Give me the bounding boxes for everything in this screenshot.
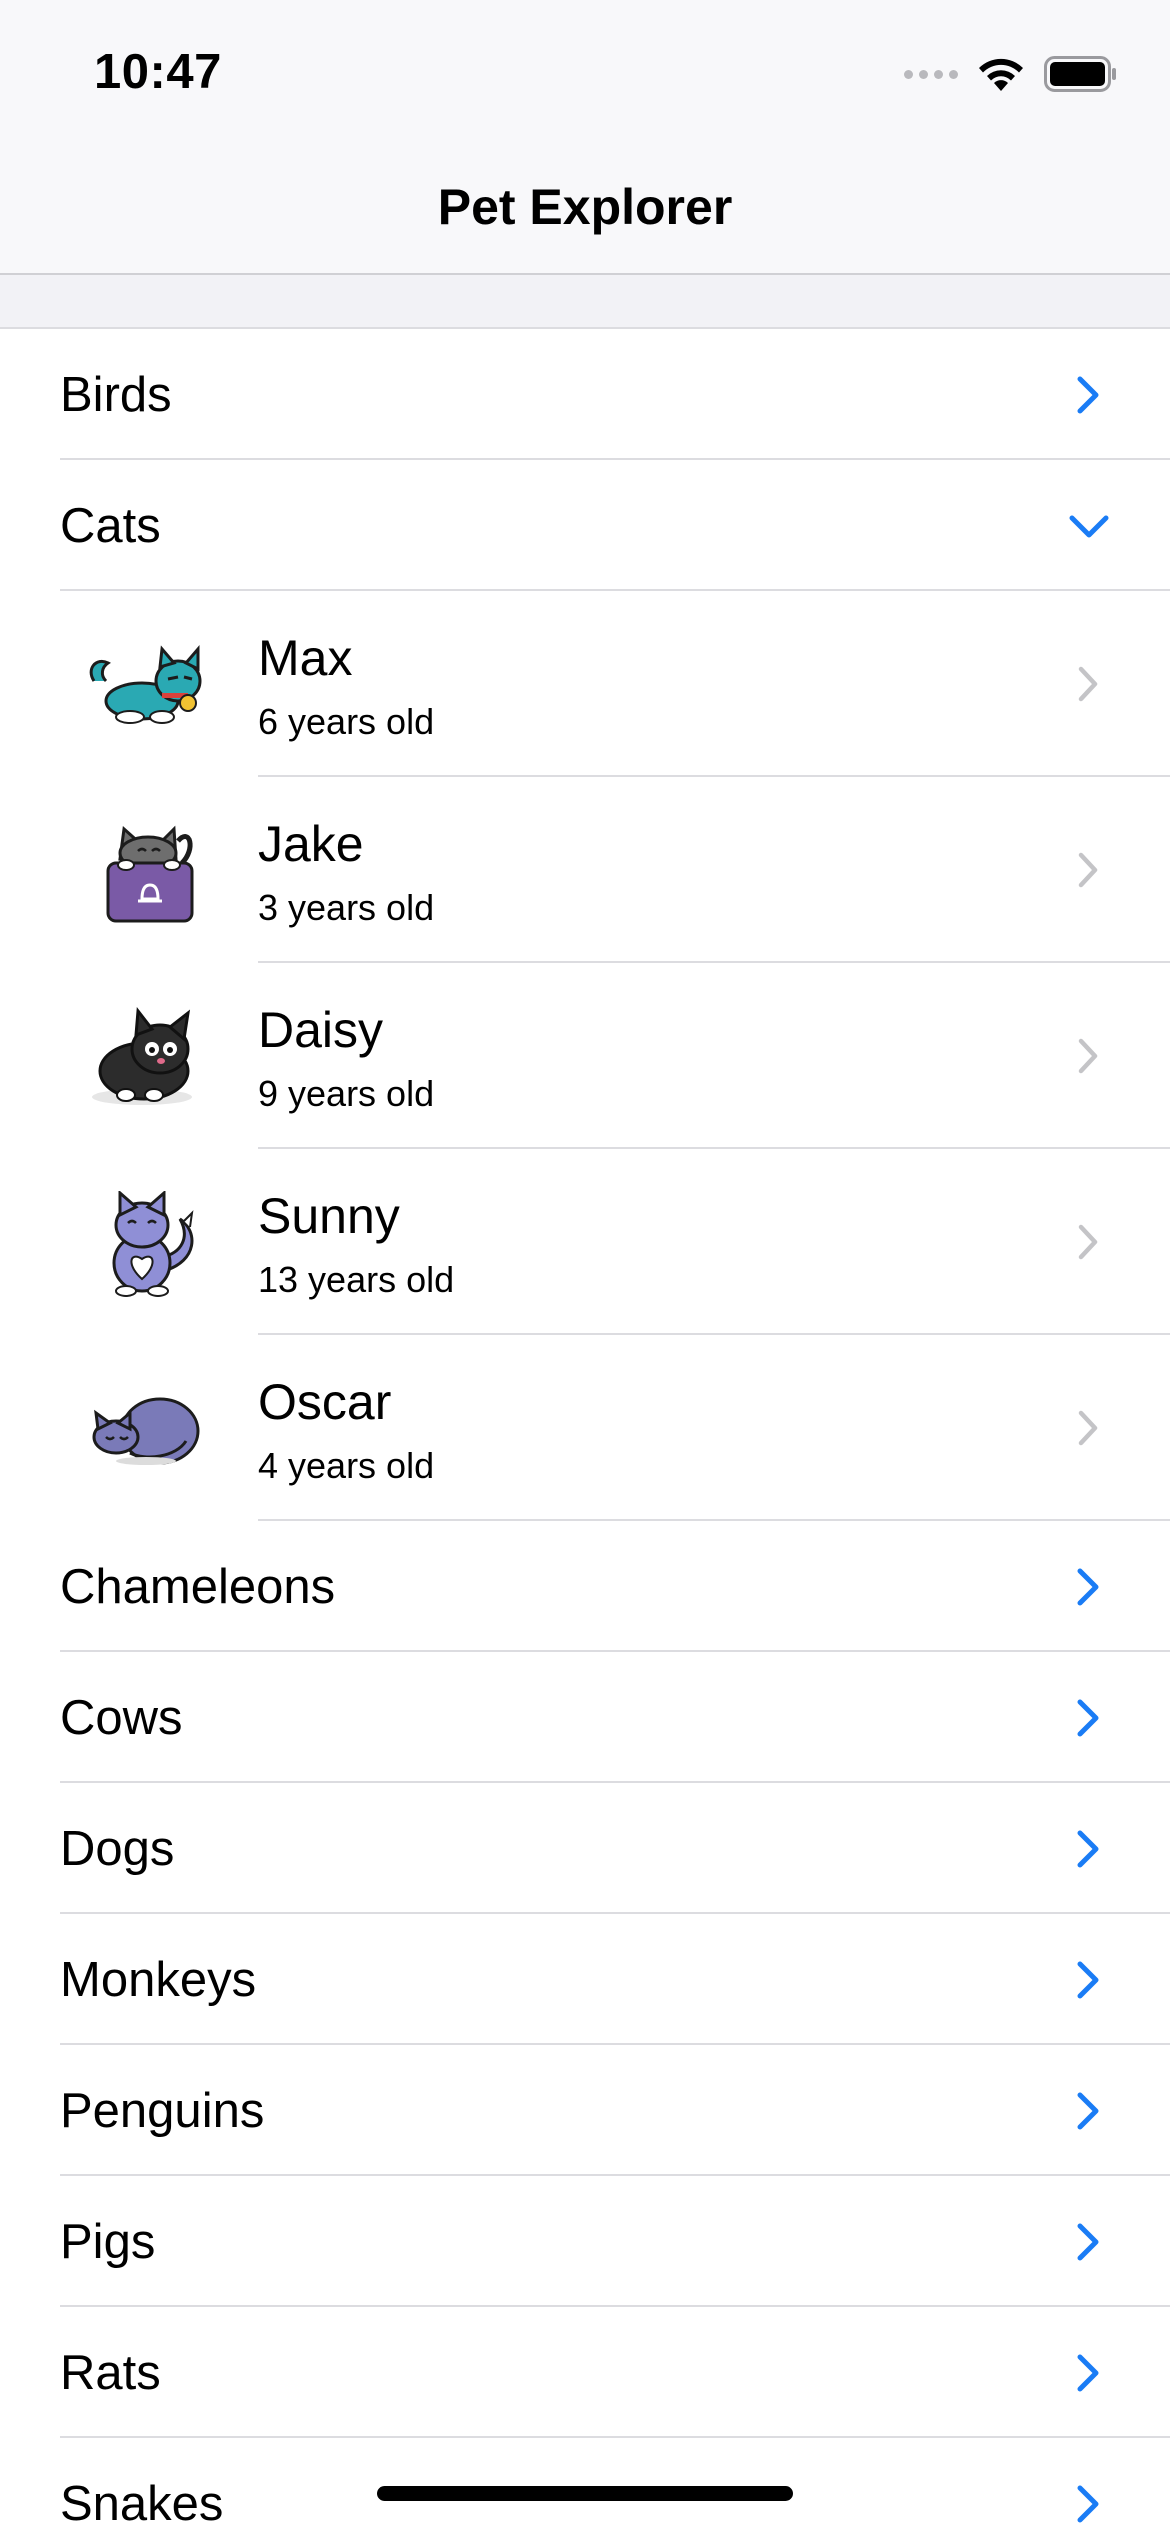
- chevron-right-icon: [1078, 666, 1098, 702]
- category-row-penguins[interactable]: Penguins: [0, 2045, 1170, 2176]
- category-label: Monkeys: [60, 1952, 257, 2007]
- pet-age: 9 years old: [258, 1073, 435, 1114]
- pet-name: Max: [258, 630, 353, 686]
- category-label: Snakes: [60, 2476, 224, 2531]
- pet-name: Daisy: [258, 1002, 384, 1058]
- pet-explorer-screen: 10:47 Pet Explorer Birds Cats Max 6 year…: [0, 0, 1170, 2532]
- chevron-right-icon: [1077, 1961, 1099, 1998]
- chevron-right-icon: [1078, 1410, 1098, 1446]
- gray-cat-with-sign-icon: [106, 825, 194, 923]
- home-indicator[interactable]: [377, 2486, 793, 2501]
- chevron-right-icon: [1077, 376, 1099, 413]
- pet-category-list: Birds Cats Max 6 years old Jake 3 years …: [0, 329, 1170, 2532]
- status-icons: [904, 52, 1118, 96]
- category-row-chameleons[interactable]: Chameleons: [0, 1521, 1170, 1652]
- category-row-monkeys[interactable]: Monkeys: [0, 1914, 1170, 2045]
- chevron-right-icon: [1077, 2485, 1099, 2522]
- category-row-birds[interactable]: Birds: [0, 329, 1170, 460]
- category-label: Cows: [60, 1690, 183, 1745]
- chevron-right-icon: [1077, 2354, 1099, 2391]
- pet-name: Sunny: [258, 1188, 400, 1244]
- pet-row-daisy[interactable]: Daisy 9 years old: [0, 963, 1170, 1149]
- pet-age: 4 years old: [258, 1445, 435, 1486]
- category-row-snakes[interactable]: Snakes: [0, 2438, 1170, 2532]
- pet-row-jake[interactable]: Jake 3 years old: [0, 777, 1170, 963]
- category-label: Cats: [60, 498, 161, 553]
- pet-row-sunny[interactable]: Sunny 13 years old: [0, 1149, 1170, 1335]
- sleeping-cat-icon: [92, 1397, 200, 1465]
- navigation-bar: 10:47 Pet Explorer: [0, 0, 1170, 275]
- category-row-cats[interactable]: Cats: [0, 460, 1170, 591]
- black-cat-icon: [92, 1007, 192, 1105]
- chevron-right-icon: [1078, 1038, 1098, 1074]
- category-label: Dogs: [60, 1821, 175, 1876]
- wifi-icon: [979, 58, 1023, 91]
- pet-age: 13 years old: [258, 1259, 455, 1300]
- pet-age: 6 years old: [258, 701, 435, 742]
- chevron-right-icon: [1077, 1699, 1099, 1736]
- chevron-right-icon: [1078, 852, 1098, 888]
- page-title: Pet Explorer: [437, 179, 733, 235]
- chevron-down-icon: [1069, 515, 1109, 537]
- teal-cat-icon: [89, 644, 202, 724]
- category-row-rats[interactable]: Rats: [0, 2307, 1170, 2438]
- chevron-right-icon: [1077, 2223, 1099, 2260]
- pet-name: Oscar: [258, 1374, 392, 1430]
- chevron-right-icon: [1077, 2092, 1099, 2129]
- pet-row-max[interactable]: Max 6 years old: [0, 591, 1170, 777]
- category-label: Rats: [60, 2345, 161, 2400]
- category-row-dogs[interactable]: Dogs: [0, 1783, 1170, 1914]
- chevron-right-icon: [1077, 1568, 1099, 1605]
- chevron-right-icon: [1077, 1830, 1099, 1867]
- purple-sitting-cat-icon: [112, 1191, 194, 1297]
- cellular-signal-icon: [904, 69, 958, 79]
- chevron-right-icon: [1078, 1224, 1098, 1260]
- status-time: 10:47: [94, 45, 222, 99]
- pet-age: 3 years old: [258, 887, 435, 928]
- category-label: Penguins: [60, 2083, 265, 2138]
- category-label: Birds: [60, 367, 172, 422]
- pet-name: Jake: [258, 816, 364, 872]
- battery-icon: [1044, 56, 1116, 92]
- category-label: Pigs: [60, 2214, 156, 2269]
- section-header-spacer: [0, 275, 1170, 329]
- pet-row-oscar[interactable]: Oscar 4 years old: [0, 1335, 1170, 1521]
- category-row-pigs[interactable]: Pigs: [0, 2176, 1170, 2307]
- category-label: Chameleons: [60, 1559, 336, 1614]
- category-row-cows[interactable]: Cows: [0, 1652, 1170, 1783]
